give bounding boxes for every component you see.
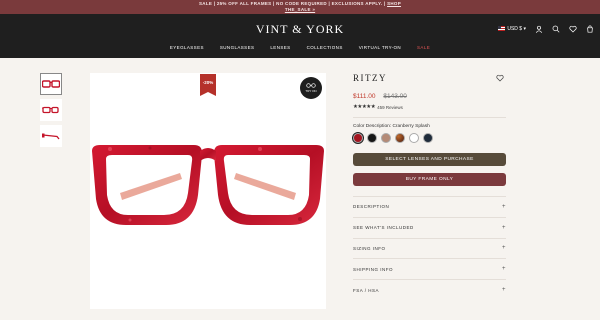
nav-virtual-try-on[interactable]: VIRTUAL TRY-ON <box>359 45 401 50</box>
nav-lenses[interactable]: LENSES <box>270 45 290 50</box>
swatch-clear[interactable] <box>409 133 419 143</box>
plus-icon: + <box>501 224 506 231</box>
eyeglasses-frame-image <box>92 145 324 225</box>
accordion-label: SIZING INFO <box>353 245 386 251</box>
accordion-description[interactable]: DESCRIPTION + <box>353 196 506 217</box>
sale-price: $111.00 <box>353 93 376 100</box>
main-product-image[interactable]: -20% TRY ON <box>90 73 326 309</box>
accordion-label: FSA / HSA <box>353 287 380 293</box>
swatch-navy[interactable] <box>423 133 433 143</box>
promo-sale-link[interactable]: THE_SALE » <box>285 7 315 12</box>
nav-sunglasses[interactable]: SUNGLASSES <box>220 45 255 50</box>
accordion-fsa-hsa[interactable]: FSA / HSA + <box>353 279 506 300</box>
search-icon[interactable] <box>552 25 560 33</box>
nav-collections[interactable]: COLLECTIONS <box>307 45 343 50</box>
select-lenses-button[interactable]: SELECT LENSES AND PURCHASE <box>353 153 506 166</box>
wishlist-icon[interactable] <box>569 25 577 33</box>
promo-banner: SALE | 25% OFF ALL FRAMES | NO CODE REQU… <box>0 0 600 14</box>
price-block: $111.00 $143.00 <box>353 93 506 100</box>
currency-label: USD $ <box>507 26 523 32</box>
us-flag-icon <box>498 26 506 32</box>
thumbnail-front[interactable] <box>40 73 62 95</box>
thumbnail-angle[interactable] <box>40 99 62 121</box>
main-nav: EYEGLASSES SUNGLASSES LENSES COLLECTIONS… <box>0 45 600 50</box>
plus-icon: + <box>501 203 506 210</box>
product-title: RITZY <box>353 73 387 83</box>
swatch-black[interactable] <box>367 133 377 143</box>
rating[interactable]: ★★★★★ 459 Reviews <box>353 104 506 110</box>
nav-eyeglasses[interactable]: EYEGLASSES <box>170 45 204 50</box>
swatch-tortoise[interactable] <box>395 133 405 143</box>
thumbnail-list <box>40 73 64 151</box>
promo-shop-link[interactable]: SHOP <box>387 1 401 6</box>
account-icon[interactable] <box>535 25 543 33</box>
header-actions: USD $ ▾ <box>498 25 594 33</box>
accordion-whats-included[interactable]: SEE WHAT'S INCLUDED + <box>353 216 506 238</box>
plus-icon: + <box>501 245 506 252</box>
cart-icon[interactable] <box>586 25 594 33</box>
product-accordion: DESCRIPTION + SEE WHAT'S INCLUDED + SIZING… <box>353 196 506 300</box>
site-header: VINT & YORK EYEGLASSES SUNGLASSES LENSES… <box>0 14 600 58</box>
buy-frame-only-button[interactable]: BUY FRAME ONLY <box>353 173 506 186</box>
accordion-label: SHIPPING INFO <box>353 266 394 272</box>
accordion-sizing-info[interactable]: SIZING INFO + <box>353 237 506 259</box>
accordion-label: SEE WHAT'S INCLUDED <box>353 225 414 231</box>
plus-icon: + <box>501 287 506 294</box>
star-rating-icon: ★★★★★ <box>353 104 376 110</box>
promo-text: SALE | 25% OFF ALL FRAMES | NO CODE REQU… <box>198 1 386 6</box>
review-count: 459 Reviews <box>377 104 403 110</box>
heart-icon[interactable] <box>496 74 504 82</box>
divider <box>353 117 506 118</box>
product-details: RITZY $111.00 $143.00 ★★★★★ 459 Reviews … <box>353 73 506 300</box>
color-description: Color Description: Cranberry Splash <box>353 124 430 129</box>
accordion-label: DESCRIPTION <box>353 204 390 210</box>
thumbnail-side[interactable] <box>40 125 62 147</box>
chevron-down-icon: ▾ <box>523 26 526 32</box>
swatch-blush[interactable] <box>381 133 391 143</box>
accordion-shipping-info[interactable]: SHIPPING INFO + <box>353 258 506 279</box>
swatch-cranberry[interactable] <box>353 133 363 143</box>
nav-sale[interactable]: SALE <box>417 45 430 50</box>
color-swatches <box>353 133 506 143</box>
currency-selector[interactable]: USD $ ▾ <box>498 26 526 32</box>
plus-icon: + <box>501 266 506 273</box>
original-price: $143.00 <box>383 93 407 100</box>
